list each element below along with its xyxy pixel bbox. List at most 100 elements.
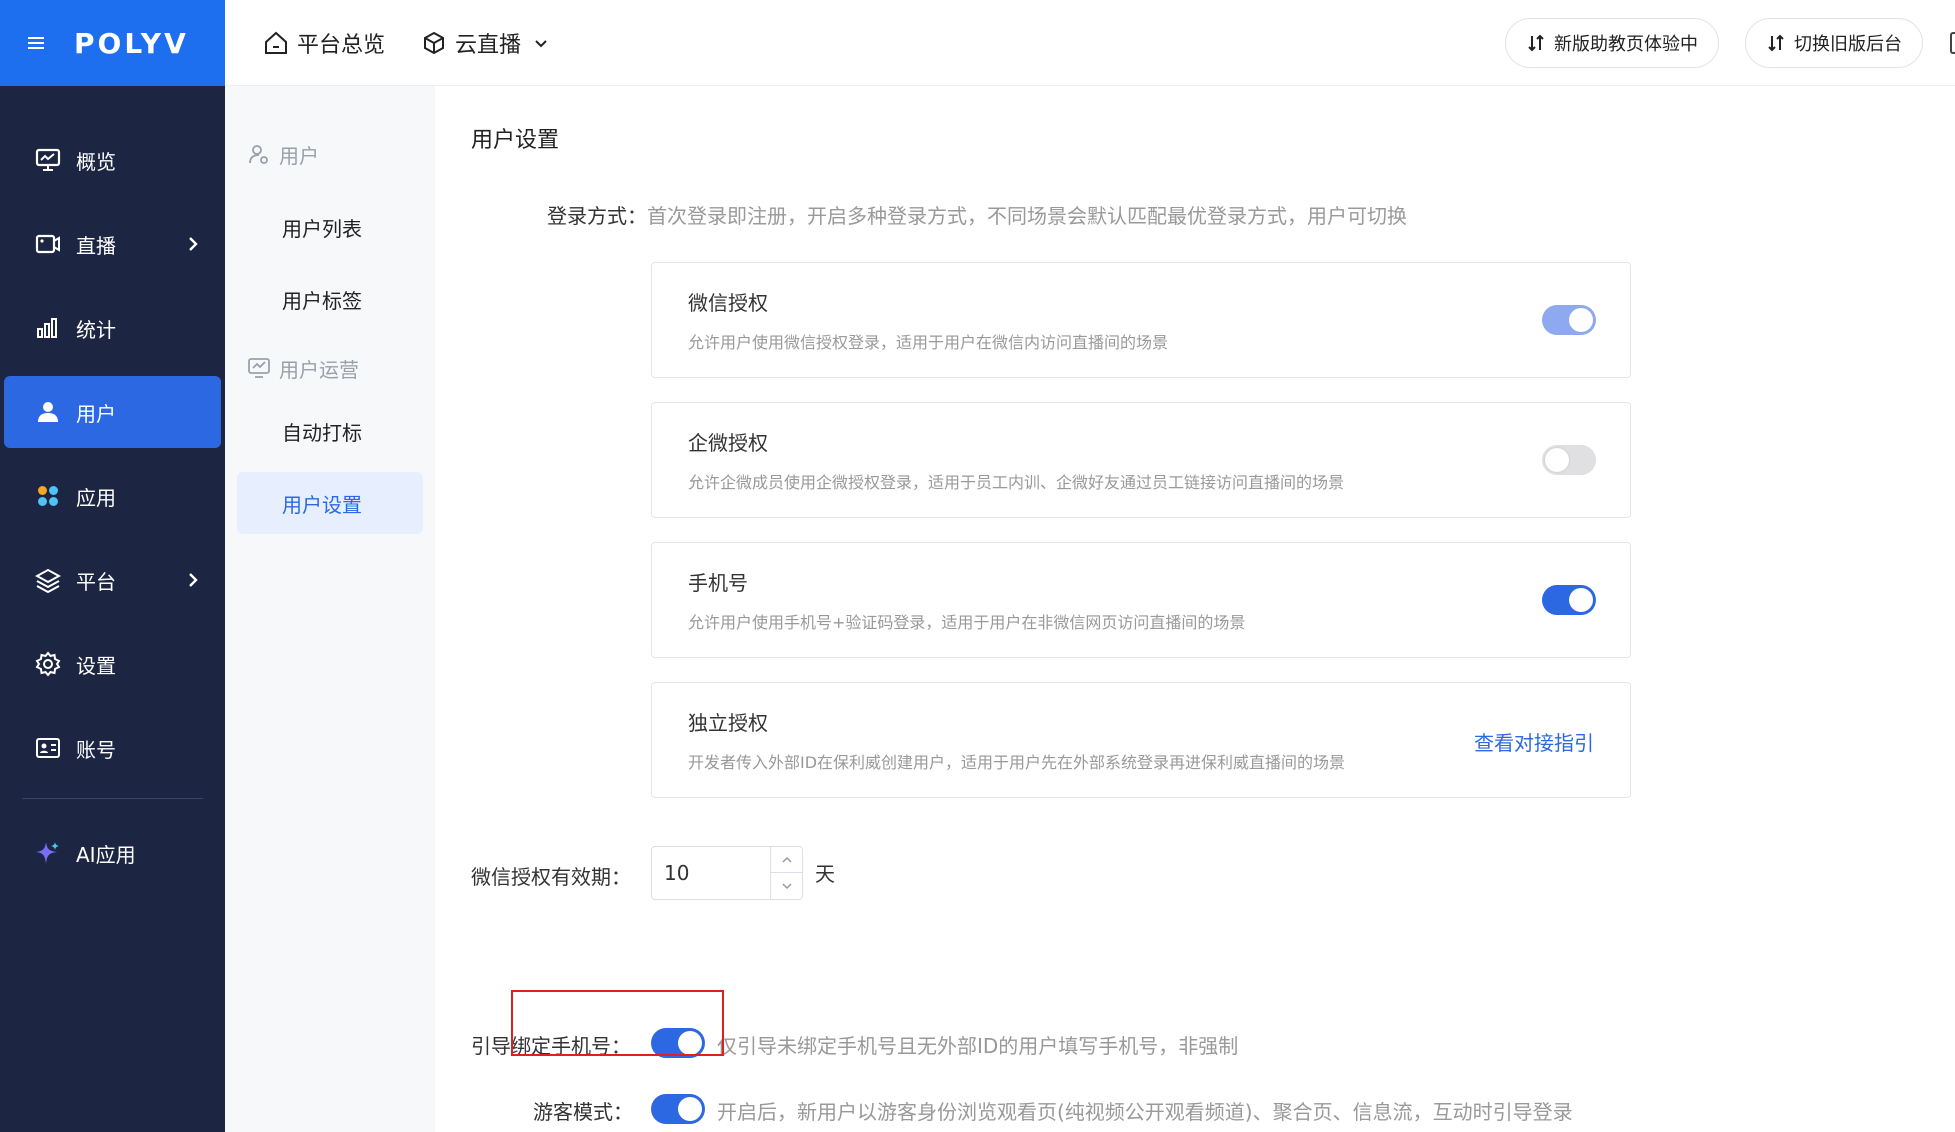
chevron-up-icon	[781, 856, 792, 863]
sidebar-nav: 概览 直播 统计 用户 应用 平台 设置 账号 AI应用	[0, 124, 225, 889]
nav-cloud-live[interactable]: 云直播	[421, 27, 549, 59]
bar-chart-icon	[34, 314, 62, 342]
subnav-group-label: 用户	[279, 143, 319, 168]
sidebar-item-settings[interactable]: 设置	[4, 628, 221, 700]
video-icon	[34, 230, 62, 258]
login-method-desc: 首次登录即注册，开启多种登录方式，不同场景会默认匹配最优登录方式，用户可切换	[647, 204, 1407, 228]
phone-login-toggle[interactable]	[1542, 585, 1596, 615]
stepper-buttons	[770, 847, 802, 899]
toggle-knob	[678, 1097, 702, 1121]
login-card-phone: 手机号 允许用户使用手机号+验证码登录，适用于用户在非微信网页访问直播间的场景	[651, 542, 1631, 658]
hamburger-menu-icon[interactable]	[28, 35, 50, 51]
sidebar-item-label: 平台	[76, 569, 116, 594]
sidebar-item-label: 直播	[76, 233, 116, 258]
monitor-icon	[34, 146, 62, 174]
guest-mode-toggle[interactable]	[651, 1094, 705, 1124]
sidebar-item-label: 概览	[76, 149, 116, 174]
wecom-auth-toggle[interactable]	[1542, 445, 1596, 475]
bind-phone-desc: 仅引导未绑定手机号且无外部ID的用户填写手机号，非强制	[717, 1034, 1239, 1058]
guest-mode-label: 游客模式：	[533, 1100, 633, 1124]
card-desc: 允许用户使用手机号+验证码登录，适用于用户在非微信网页访问直播间的场景	[688, 613, 1246, 632]
subnav-item-auto-tag[interactable]: 自动打标	[237, 400, 423, 462]
nav-platform-overview-label: 平台总览	[297, 32, 386, 58]
sidebar-item-label: 应用	[76, 485, 116, 510]
card-desc: 开发者传入外部ID在保利威创建用户，适用于用户先在外部系统登录再进保利威直播间的…	[688, 753, 1346, 772]
sidebar-item-overview[interactable]: 概览	[4, 124, 221, 196]
sidebar-item-platform[interactable]: 平台	[4, 544, 221, 616]
sparkle-icon	[34, 839, 62, 867]
subnav-item-user-settings[interactable]: 用户设置	[237, 472, 423, 534]
brand-logo[interactable]: POLYV	[74, 27, 189, 60]
wechat-validity-label: 微信授权有效期：	[471, 865, 631, 889]
sidebar-item-live[interactable]: 直播	[4, 208, 221, 280]
home-icon	[263, 30, 289, 56]
user-settings-icon	[247, 142, 271, 166]
sidebar-item-account[interactable]: 账号	[4, 712, 221, 784]
subnav-item-user-tags[interactable]: 用户标签	[237, 268, 423, 330]
wechat-validity-unit: 天	[815, 862, 835, 886]
login-method-label: 登录方式：	[547, 204, 647, 228]
sidebar-item-apps[interactable]: 应用	[4, 460, 221, 532]
secondary-nav: 用户 用户列表 用户标签 用户运营 自动打标 用户设置	[225, 86, 435, 1132]
sidebar-item-label: 设置	[76, 653, 116, 678]
sidebar-item-stats[interactable]: 统计	[4, 292, 221, 364]
subnav-group-user: 用户	[225, 134, 435, 174]
card-title: 企微授权	[688, 431, 768, 455]
increment-button[interactable]	[771, 847, 802, 873]
card-desc: 允许用户使用微信授权登录，适用于用户在微信内访问直播间的场景	[688, 333, 1169, 352]
subnav-group-label: 用户运营	[279, 357, 359, 382]
subnav-item-label: 用户标签	[282, 288, 362, 313]
user-icon	[34, 398, 62, 426]
chevron-down-icon	[781, 883, 792, 890]
subnav-group-operation: 用户运营	[225, 348, 435, 388]
sidebar-item-users[interactable]: 用户	[4, 376, 221, 448]
main-content: 用户设置 登录方式：首次登录即注册，开启多种登录方式，不同场景会默认匹配最优登录…	[435, 86, 1955, 1132]
subnav-item-user-list[interactable]: 用户列表	[237, 196, 423, 258]
card-title: 独立授权	[688, 711, 768, 735]
new-assistant-label: 新版助教页体验中	[1554, 34, 1698, 55]
logo-bar: POLYV	[0, 0, 225, 86]
switch-old-version-button[interactable]: 切换旧版后台	[1745, 18, 1923, 68]
switch-old-version-label: 切换旧版后台	[1794, 34, 1902, 55]
wechat-validity-input[interactable]	[652, 847, 770, 899]
decrement-button[interactable]	[771, 873, 802, 899]
id-card-icon	[34, 734, 62, 762]
layers-icon	[34, 566, 62, 594]
subnav-item-label: 用户列表	[282, 216, 362, 241]
login-card-wechat: 微信授权 允许用户使用微信授权登录，适用于用户在微信内访问直播间的场景	[651, 262, 1631, 378]
wechat-auth-toggle[interactable]	[1542, 305, 1596, 335]
nav-cloud-live-label: 云直播	[455, 32, 522, 58]
card-title: 微信授权	[688, 291, 768, 315]
cube-icon	[421, 30, 447, 56]
toggle-knob	[1545, 448, 1569, 472]
nav-platform-overview[interactable]: 平台总览	[263, 27, 385, 59]
new-assistant-button[interactable]: 新版助教页体验中	[1505, 18, 1719, 68]
sidebar-item-label: 统计	[76, 317, 116, 342]
subnav-item-label: 自动打标	[282, 420, 362, 445]
page-title: 用户设置	[471, 128, 560, 153]
toggle-knob	[1569, 588, 1593, 612]
card-title: 手机号	[688, 571, 748, 595]
chevron-down-icon	[533, 35, 549, 51]
sidebar-item-ai-apps[interactable]: AI应用	[4, 817, 221, 889]
toggle-knob	[1569, 308, 1593, 332]
gear-icon	[34, 650, 62, 678]
window-icon[interactable]	[1950, 32, 1955, 54]
apps-icon	[34, 482, 62, 510]
sidebar-item-label: 账号	[76, 737, 116, 762]
sidebar-item-label: AI应用	[76, 842, 136, 867]
card-desc: 允许企微成员使用企微授权登录，适用于员工内训、企微好友通过员工链接访问直播间的场…	[688, 473, 1345, 492]
chevron-right-icon	[183, 570, 203, 590]
annotation-highlight-box	[511, 990, 724, 1056]
sidebar-item-label: 用户	[76, 401, 116, 426]
login-card-independent: 独立授权 开发者传入外部ID在保利威创建用户，适用于用户先在外部系统登录再进保利…	[651, 682, 1631, 798]
view-integration-guide-link[interactable]: 查看对接指引	[1474, 727, 1594, 756]
sidebar-divider	[22, 798, 203, 799]
top-header: 平台总览 云直播 新版助教页体验中 切换旧版后台	[225, 0, 1955, 86]
chevron-right-icon	[183, 234, 203, 254]
subnav-item-label: 用户设置	[282, 492, 362, 517]
guest-mode-desc: 开启后，新用户以游客身份浏览观看页(纯视频公开观看频道)、聚合页、信息流，互动时…	[717, 1100, 1573, 1124]
main-sidebar: POLYV 概览 直播 统计 用户 应用 平台 设置 账号 AI应用	[0, 0, 225, 1132]
app-root: POLYV 概览 直播 统计 用户 应用 平台 设置 账号 AI应用 平台总览 …	[0, 0, 1955, 1132]
login-method-row: 登录方式：首次登录即注册，开启多种登录方式，不同场景会默认匹配最优登录方式，用户…	[547, 200, 1407, 229]
